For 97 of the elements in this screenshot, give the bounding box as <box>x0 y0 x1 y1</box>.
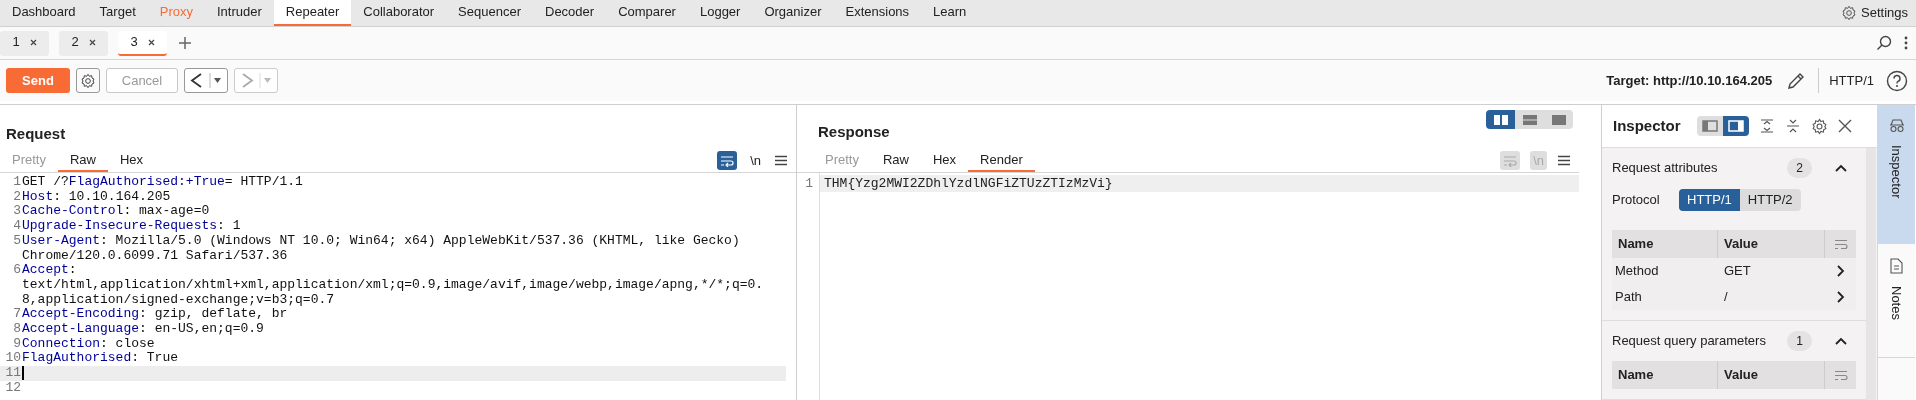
section-title: Request query parameters <box>1612 332 1767 351</box>
session-tab[interactable]: 3 <box>118 30 167 56</box>
column-header: Value <box>1718 361 1825 389</box>
line-number: 7 <box>12 307 22 323</box>
back-button[interactable] <box>184 68 228 93</box>
nav-tab[interactable]: Decoder <box>533 0 607 26</box>
code-line: Connection: close <box>22 336 156 352</box>
nav-tab[interactable]: Collaborator <box>351 0 447 26</box>
nav-tab[interactable]: Comparer <box>606 0 688 26</box>
line-number: 2 <box>12 189 22 205</box>
layout-toggle[interactable] <box>1544 110 1573 129</box>
line-number: 6 <box>12 263 22 278</box>
nav-tab[interactable]: Logger <box>687 0 753 26</box>
view-tab[interactable]: Hex <box>921 149 969 172</box>
search-icon[interactable] <box>1876 35 1892 51</box>
close-icon[interactable] <box>88 38 96 46</box>
newline-toggle[interactable]: \n <box>747 151 764 170</box>
wrap-icon[interactable] <box>1833 238 1848 250</box>
pane-title: Request <box>5 124 67 144</box>
close-icon[interactable] <box>147 38 155 46</box>
session-tab[interactable]: 1 <box>0 30 49 56</box>
protocol-option[interactable]: HTTP/1 <box>1679 189 1740 211</box>
expand-all-icon[interactable] <box>1758 118 1775 134</box>
single-pane-icon <box>1550 112 1567 127</box>
settings-icon[interactable] <box>1810 117 1828 135</box>
settings-button[interactable]: Settings <box>1833 0 1916 26</box>
close-icon[interactable] <box>29 38 37 46</box>
line-number: 10 <box>4 351 22 367</box>
wrap-icon[interactable] <box>1833 369 1848 381</box>
table-row[interactable]: Method GET <box>1612 258 1856 284</box>
protocol-option[interactable]: HTTP/2 <box>1739 189 1801 211</box>
line-number: 8 <box>12 322 22 337</box>
line-number: 12 <box>4 380 22 396</box>
document-icon <box>1890 258 1903 274</box>
count-badge: 2 <box>1787 158 1812 178</box>
line-number: 1 <box>804 175 814 192</box>
nav-tab[interactable]: Sequencer <box>446 0 533 26</box>
more-options-icon[interactable] <box>1904 36 1908 50</box>
nav-tab[interactable]: Repeater <box>273 0 352 26</box>
chevron-right-icon[interactable] <box>1836 291 1845 303</box>
layout-toggle[interactable] <box>1515 110 1544 129</box>
menu-icon[interactable] <box>774 153 788 168</box>
pane-title: Response <box>818 121 890 142</box>
code-line: Cache-Control: max-age=0 <box>22 204 211 220</box>
help-icon[interactable] <box>1886 69 1908 92</box>
nav-tab[interactable]: Organizer <box>752 0 834 26</box>
count-badge: 1 <box>1787 331 1812 351</box>
settings-icon[interactable] <box>76 68 100 93</box>
inspector-title: Inspector <box>1613 115 1681 136</box>
code-line: Accept-Encoding: gzip, deflate, br <box>22 307 289 323</box>
view-tab[interactable]: Raw <box>57 149 108 172</box>
code-line: Accept: text/html,application/xhtml+xml,application/xml;q=0.9,image/avif,image/webp,image/apng,*/*;q=0.8,application/signed-exchange;v=b3;q=0.7 <box>22 263 765 308</box>
view-tab[interactable]: Hex <box>108 149 156 172</box>
line-number: 5 <box>12 233 22 249</box>
protocol-label[interactable]: HTTP/1 <box>1829 70 1874 91</box>
collapse-all-icon[interactable] <box>1784 118 1801 134</box>
layout-toggle[interactable] <box>1486 110 1515 129</box>
line-number: 4 <box>12 219 22 234</box>
nav-tab[interactable]: Learn <box>921 0 979 26</box>
section-title: Request attributes <box>1612 159 1719 178</box>
code-line: Accept-Language: en-US,en;q=0.9 <box>22 322 265 337</box>
line-number: 9 <box>12 336 22 352</box>
layout-toggle[interactable] <box>1722 116 1749 136</box>
line-number: 11 <box>4 366 22 381</box>
chevron-right-icon[interactable] <box>1836 265 1845 277</box>
menu-icon[interactable] <box>1557 153 1571 168</box>
side-tab[interactable]: Inspector <box>1878 105 1915 244</box>
line-number: 1 <box>12 175 22 190</box>
view-tab[interactable]: Raw <box>870 149 921 172</box>
side-tab[interactable]: Notes <box>1878 244 1915 358</box>
code-line: Upgrade-Insecure-Requests: 1 <box>22 219 242 234</box>
left-panel-icon <box>1701 119 1718 133</box>
text-cursor <box>22 366 24 381</box>
nav-tab[interactable]: Dashboard <box>0 0 88 26</box>
gear-icon <box>1841 5 1857 21</box>
session-tab[interactable]: 2 <box>59 30 108 56</box>
scrollbar[interactable] <box>1866 148 1876 400</box>
nav-tab[interactable]: Extensions <box>833 0 922 26</box>
code-line: GET /?FlagAuthorised:+True= HTTP/1.1 <box>22 175 304 190</box>
wrap-lines-button[interactable] <box>717 151 738 170</box>
layout-toggle[interactable] <box>1696 116 1723 136</box>
nav-tab[interactable]: Target <box>87 0 148 26</box>
column-header: Name <box>1612 361 1718 389</box>
table-row[interactable]: Path / <box>1612 284 1856 310</box>
code-line: FlagAuthorised: True <box>22 351 180 367</box>
target-url: Target: http://10.10.164.205 <box>1606 71 1773 90</box>
two-rows-icon <box>1521 112 1538 127</box>
field-label: Protocol <box>1612 191 1661 210</box>
glasses-icon <box>1888 119 1905 133</box>
right-panel-icon <box>1727 119 1744 133</box>
close-icon[interactable] <box>1837 119 1852 133</box>
view-tab[interactable]: Render <box>968 149 1035 172</box>
nav-tab[interactable]: Intruder <box>205 0 274 26</box>
line-number: 3 <box>12 204 22 220</box>
code-line: User-Agent: Mozilla/5.0 (Windows NT 10.0; Win64; x64) AppleWebKit/537.36 (KHTML, like Gecko) Chrome/120.0.6099.71 Safari/537.36 <box>22 233 741 264</box>
code-line: Host: 10.10.164.205 <box>22 189 172 205</box>
two-columns-icon <box>1492 112 1509 127</box>
